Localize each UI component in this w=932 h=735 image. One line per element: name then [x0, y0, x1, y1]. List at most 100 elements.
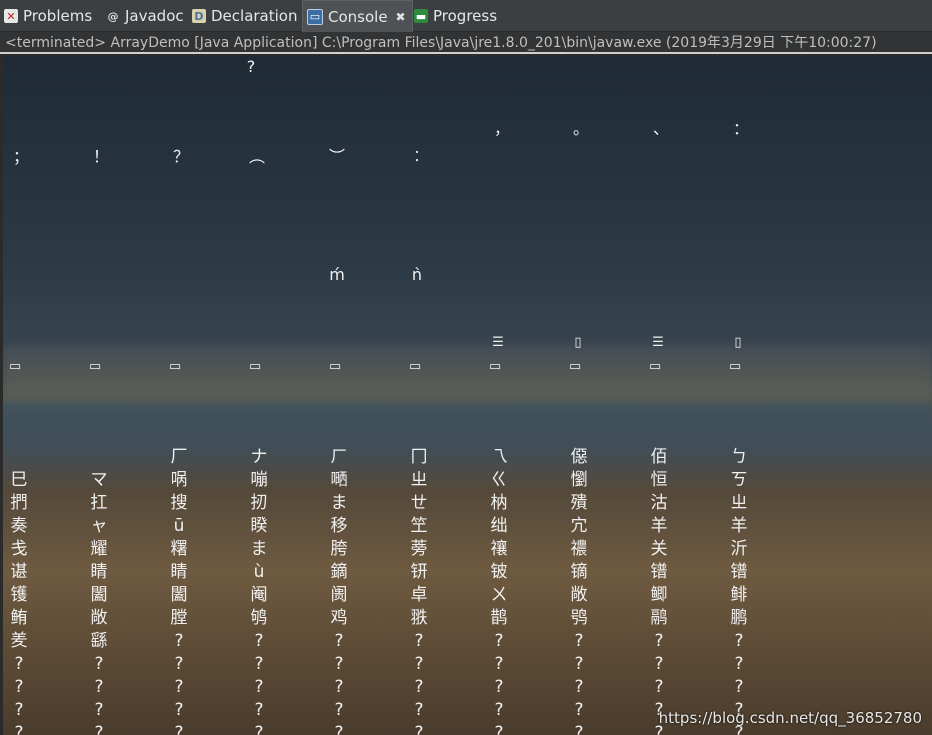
output-char: 宂	[570, 516, 588, 536]
output-char: ；	[12, 147, 29, 166]
output-char: 铍	[490, 562, 508, 582]
background-town	[3, 346, 932, 406]
output-char: 。	[572, 119, 589, 138]
output-char: 枘	[490, 493, 508, 513]
output-char: ナ	[250, 447, 268, 467]
output-char: ︶	[328, 147, 345, 166]
output-char: 耀	[90, 539, 108, 559]
output-char: 鹝	[650, 608, 668, 628]
tab-console-label: Console	[328, 7, 388, 26]
output-char: 嘣	[250, 470, 268, 490]
output-char: ㄝ	[410, 493, 428, 513]
output-char: ?	[574, 631, 584, 651]
output-char: ㄓ	[410, 470, 428, 490]
output-column: ㄏ嗮ま移胯鏑阓鸡?????	[327, 446, 351, 735]
output-char: ?	[94, 700, 104, 720]
output-char: ？	[172, 147, 189, 166]
tab-problems[interactable]: ✕ Problems	[4, 0, 92, 32]
output-char: 敞	[570, 585, 588, 605]
output-char: ▭	[88, 359, 102, 374]
output-column: ㄅㄎㄓ羊沂镨鲱鹏?????	[727, 446, 751, 735]
output-char: ?	[334, 677, 344, 697]
output-char: 戋	[10, 539, 28, 559]
output-char: ?	[246, 57, 256, 76]
output-char: 蒡	[410, 539, 428, 559]
console-output[interactable]: ? ， 。 、 ： ； ！ ？ ︵ ︶ ︰ ḿ ǹ ☰ ▯ ☰ ▯ ▭ ▭ ▭ …	[3, 56, 932, 735]
output-char: 糬	[170, 539, 188, 559]
output-column: 佰恒沽羊关镨鲫鹝?????	[647, 446, 671, 735]
output-column: 厂㖞搜 ū 糬睛闔膛?????	[167, 446, 191, 735]
console-status-line: <terminated> ArrayDemo [Java Application…	[0, 32, 932, 54]
output-char: ▭	[248, 359, 262, 374]
output-char: ?	[14, 723, 24, 735]
output-char: 扨	[250, 493, 268, 513]
output-char: ?	[494, 631, 504, 651]
output-char: 闔	[170, 585, 188, 605]
output-char: ?	[574, 723, 584, 735]
output-char: 殨	[570, 493, 588, 513]
output-char: ▭	[408, 359, 422, 374]
output-char: ☰	[652, 335, 664, 350]
tab-console[interactable]: ▭ Console ✖	[302, 0, 413, 32]
output-char: ㄨ	[490, 585, 508, 605]
output-char: ま	[330, 493, 348, 513]
output-char: 鸮	[570, 608, 588, 628]
output-char: ：	[732, 119, 749, 138]
output-char: 嗮	[330, 470, 348, 490]
output-char: 卓	[410, 585, 428, 605]
tab-declaration-label: Declaration	[211, 7, 298, 25]
output-char: ?	[494, 723, 504, 735]
output-char: ḿ	[329, 265, 345, 284]
tab-progress[interactable]: ▬ Progress	[414, 0, 497, 32]
output-char: ︵	[248, 147, 265, 166]
output-char: 闔	[90, 585, 108, 605]
output-char: ?	[574, 700, 584, 720]
tab-javadoc[interactable]: @ Javadoc	[106, 0, 184, 32]
output-char: 镬	[10, 585, 28, 605]
tab-declaration[interactable]: D Declaration	[192, 0, 297, 32]
output-char: ?	[14, 700, 24, 720]
output-char: 镨	[650, 562, 668, 582]
javadoc-icon: @	[107, 9, 119, 23]
output-char: ?	[14, 654, 24, 674]
output-char: ?	[174, 700, 184, 720]
watermark: https://blog.csdn.net/qq_36852780	[658, 709, 922, 727]
output-char: ?	[174, 677, 184, 697]
output-char: ㄏ	[330, 447, 348, 467]
output-char: ?	[414, 723, 424, 735]
output-char: ?	[94, 654, 104, 674]
output-char: ▯	[734, 335, 742, 350]
output-char: 敞	[90, 608, 108, 628]
output-char: ，	[493, 119, 510, 138]
output-char: ?	[414, 631, 424, 651]
output-char: ?	[254, 677, 264, 697]
output-char: ?	[494, 654, 504, 674]
output-char: ▭	[8, 359, 22, 374]
output-char: ?	[334, 723, 344, 735]
output-char	[87, 446, 111, 469]
console-icon: ▭	[307, 8, 323, 25]
output-char: ?	[174, 723, 184, 735]
output-char: ！	[92, 147, 109, 166]
output-char: ㄅ	[730, 447, 748, 467]
output-char: 睛	[90, 562, 108, 582]
output-char: 鸲	[250, 608, 268, 628]
output-char: 羑	[10, 631, 28, 651]
output-char: 扛	[90, 493, 108, 513]
output-char: 厂	[170, 447, 188, 467]
output-char: ▭	[328, 359, 342, 374]
view-tab-bar: ✕ Problems @ Javadoc D Declaration ▭ Con…	[0, 0, 932, 32]
output-char: 移	[330, 516, 348, 536]
output-char: ?	[254, 631, 264, 651]
output-char: 胯	[330, 539, 348, 559]
output-char: ?	[494, 677, 504, 697]
tab-progress-label: Progress	[433, 7, 498, 25]
output-char: ù	[253, 562, 265, 582]
output-char: 阉	[250, 585, 268, 605]
output-char: ǹ	[411, 265, 423, 284]
close-icon[interactable]: ✖	[396, 10, 406, 24]
output-char: ?	[174, 654, 184, 674]
output-char: 捫	[10, 493, 28, 513]
output-char: 繇	[90, 631, 108, 651]
output-char: 关	[650, 539, 668, 559]
